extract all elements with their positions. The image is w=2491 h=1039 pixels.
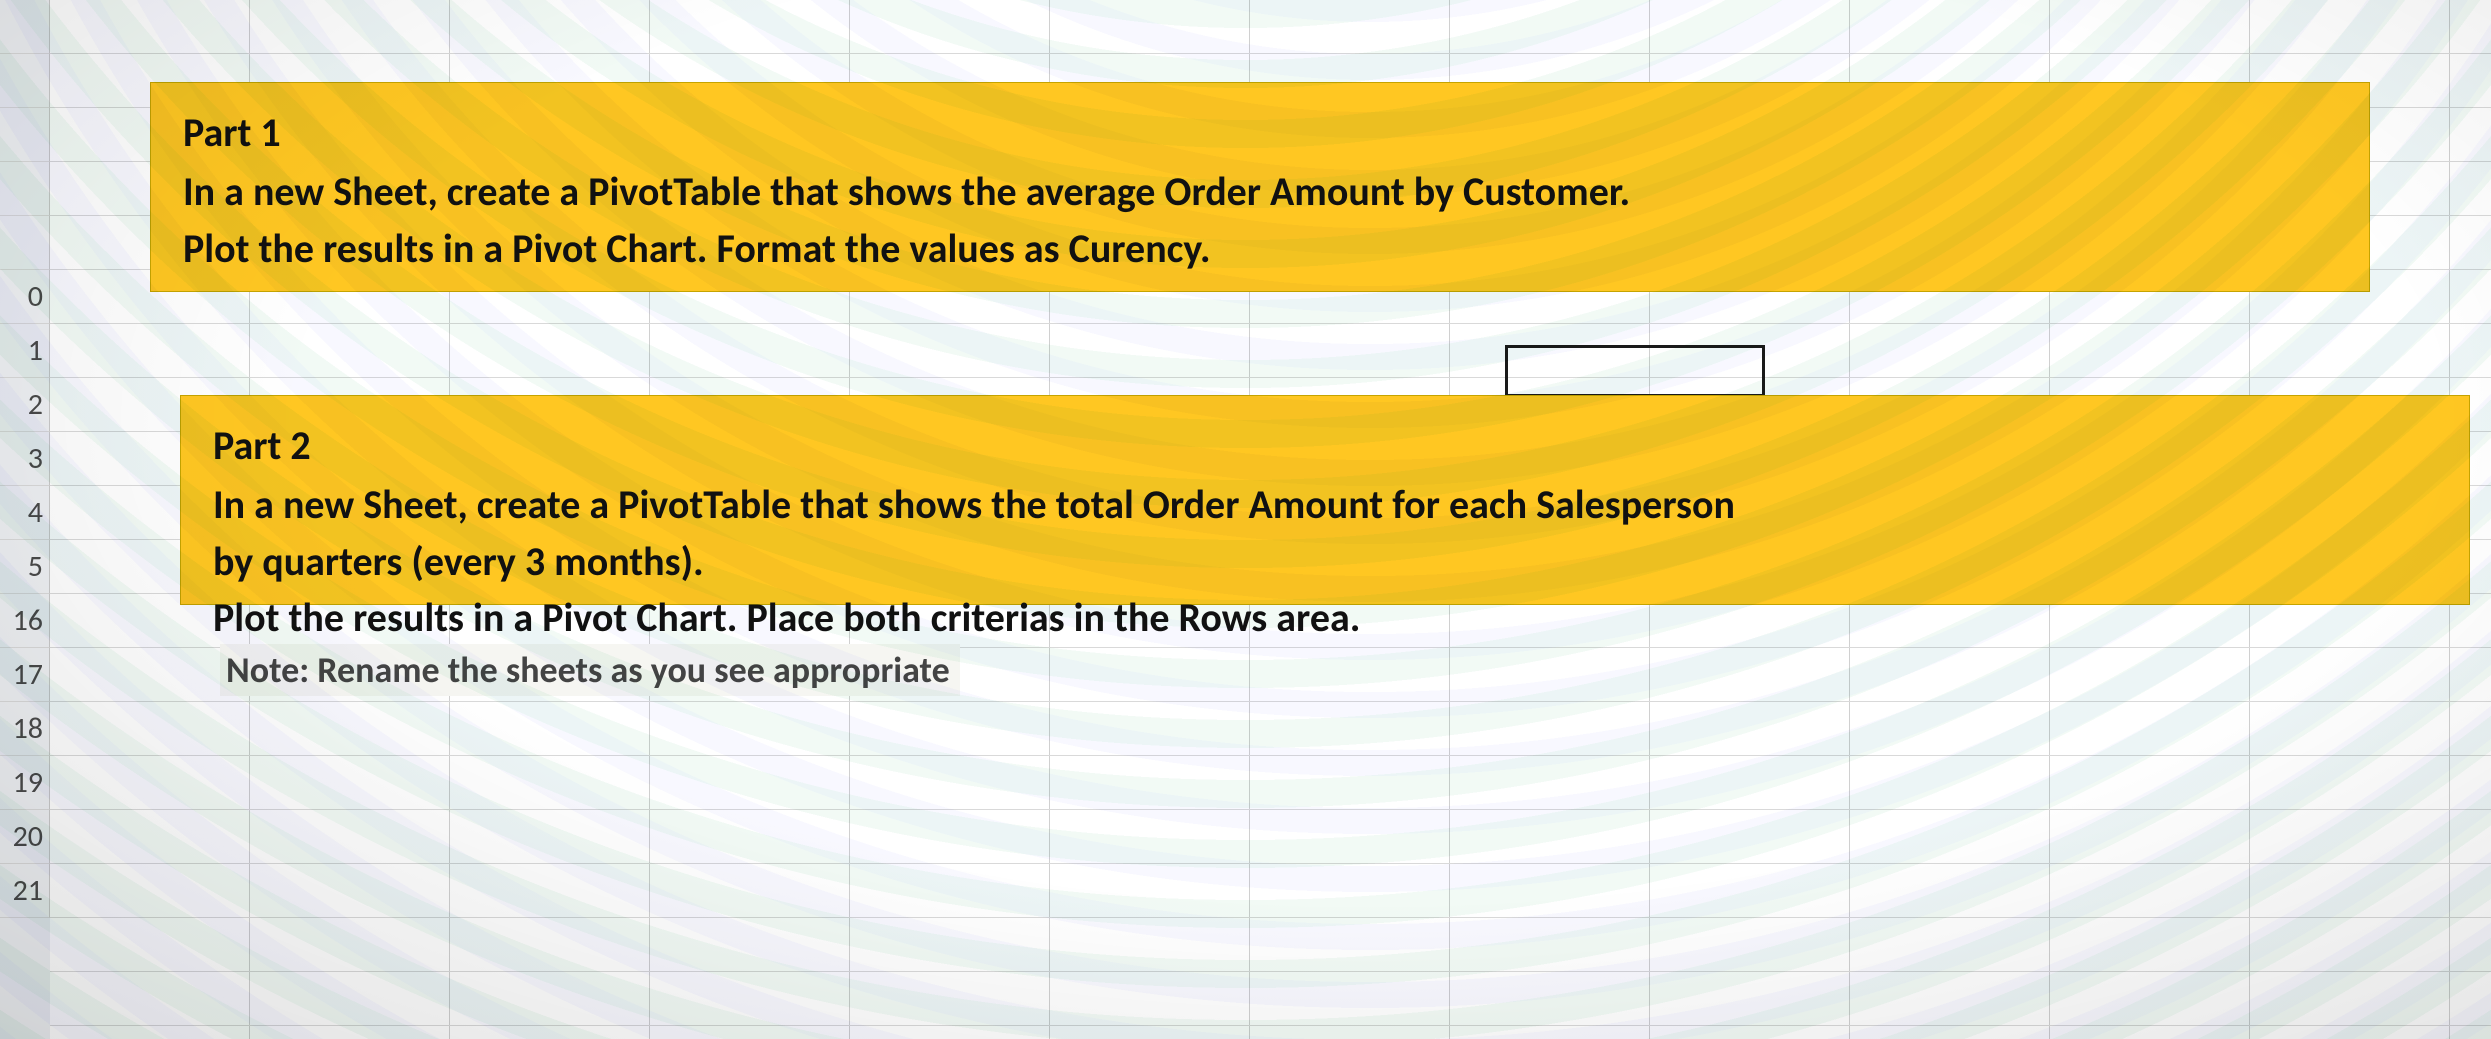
spreadsheet-grid[interactable]: 0 1 2 3 4 5 16 17 18 19 20 21 Part 1 In … xyxy=(0,0,2491,1039)
part1-title: Part 1 xyxy=(183,105,2337,162)
row-header[interactable] xyxy=(0,54,50,108)
row-header[interactable]: 21 xyxy=(0,864,50,918)
instruction-box-part2: Part 2 In a new Sheet, create a PivotTab… xyxy=(180,395,2470,605)
row-header[interactable]: 1 xyxy=(0,324,50,378)
row-header[interactable] xyxy=(0,162,50,216)
active-cell-outline[interactable] xyxy=(1505,345,1765,397)
row-header[interactable] xyxy=(0,216,50,270)
row-header[interactable]: 2 xyxy=(0,378,50,432)
row-header[interactable]: 18 xyxy=(0,702,50,756)
row-header[interactable]: 19 xyxy=(0,756,50,810)
row-header[interactable]: 3 xyxy=(0,432,50,486)
row-header[interactable]: 20 xyxy=(0,810,50,864)
row-header[interactable]: 17 xyxy=(0,648,50,702)
cell-area[interactable]: Part 1 In a new Sheet, create a PivotTab… xyxy=(50,0,2491,1039)
part2-title: Part 2 xyxy=(213,418,2437,475)
row-header[interactable]: 4 xyxy=(0,486,50,540)
part1-line: Plot the results in a Pivot Chart. Forma… xyxy=(183,221,2337,278)
row-header[interactable]: 5 xyxy=(0,540,50,594)
part1-line: In a new Sheet, create a PivotTable that… xyxy=(183,164,2337,221)
row-header[interactable]: 0 xyxy=(0,270,50,324)
part2-line: Plot the results in a Pivot Chart. Place… xyxy=(213,590,2437,647)
part2-line: by quarters (every 3 months). xyxy=(213,534,2437,591)
note-text: Note: Rename the sheets as you see appro… xyxy=(220,644,960,696)
row-header[interactable] xyxy=(0,0,50,54)
row-header-gutter: 0 1 2 3 4 5 16 17 18 19 20 21 xyxy=(0,0,50,1039)
part2-line: In a new Sheet, create a PivotTable that… xyxy=(213,477,2437,534)
row-header[interactable]: 16 xyxy=(0,594,50,648)
instruction-box-part1: Part 1 In a new Sheet, create a PivotTab… xyxy=(150,82,2370,292)
row-header[interactable] xyxy=(0,108,50,162)
